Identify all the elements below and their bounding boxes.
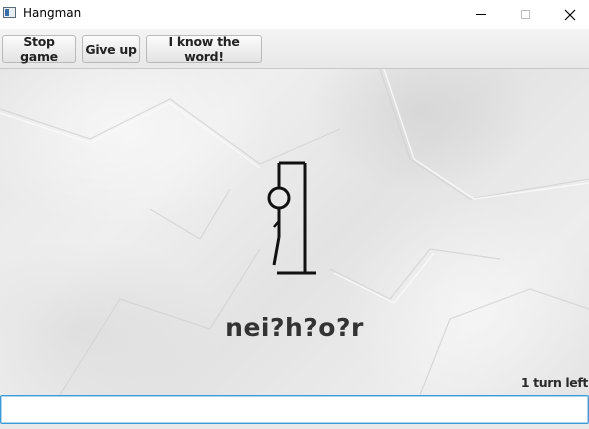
guess-input[interactable] [0, 395, 589, 424]
give-up-button[interactable]: Give up [82, 35, 140, 63]
window-titlebar[interactable]: Hangman [0, 0, 589, 29]
maximize-button[interactable] [502, 0, 548, 29]
masked-word: nei?h?o?r [225, 313, 364, 342]
app-icon [3, 7, 16, 18]
hangman-drawing [267, 161, 316, 275]
turns-left-label: 1 turn left [520, 375, 589, 390]
game-board: nei?h?o?r 1 turn left [0, 69, 589, 395]
close-icon [564, 9, 576, 20]
maximize-icon [520, 10, 530, 19]
hangman-left-leg [272, 236, 281, 266]
minimize-button[interactable] [458, 0, 504, 29]
close-button[interactable] [547, 0, 589, 29]
toolbar: Stop game Give up I know the word! [0, 29, 589, 69]
i-know-the-word-button[interactable]: I know the word! [146, 34, 262, 64]
window-bottom-edge [0, 424, 589, 429]
minimize-icon [476, 14, 486, 15]
hangman-head [267, 186, 291, 210]
window-title: Hangman [23, 6, 82, 20]
stop-game-button[interactable]: Stop game [2, 34, 76, 64]
